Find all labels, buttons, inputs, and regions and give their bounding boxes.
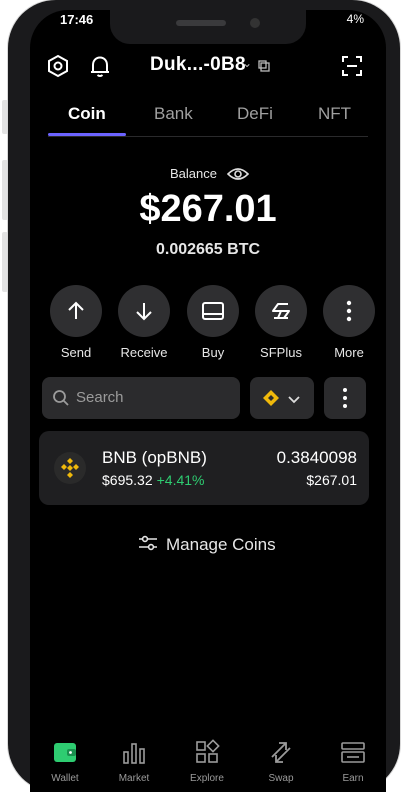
bnb-chain-icon [262,389,280,412]
scan-icon[interactable] [338,52,366,80]
settings-hexagon-icon[interactable] [44,52,72,80]
top-bar: Duk...-0B8 ⌄ [30,52,386,82]
wallet-icon [51,743,79,770]
nav-wallet-label: Wallet [51,773,79,784]
coin-price-line: $695.32 +4.41% [102,472,204,488]
nav-earn-label: Earn [342,773,364,784]
phone-frame: 17:46 4% Duk...-0B8 ⌄ Coin Bank DeFi NFT… [8,0,400,792]
search-input[interactable]: Search [42,377,240,419]
nav-market[interactable]: Market [109,738,159,784]
search-placeholder: Search [76,389,124,406]
eye-icon[interactable] [226,164,250,184]
bottom-navigation: Wallet Market Explore Swap Earn [30,738,386,792]
coin-price: $695.32 [102,472,153,488]
camera-notch [110,10,306,44]
more-vertical-icon [323,285,375,337]
balance-btc: 0.002665 BTC [155,241,261,258]
tab-defi[interactable]: DeFi [237,104,273,124]
grid-icon [193,739,221,770]
coin-list-item[interactable]: BNB (opBNB) $695.32 +4.41% 0.3840098 $267… [39,431,369,505]
tab-bank[interactable]: Bank [154,104,193,124]
tab-nft[interactable]: NFT [318,104,351,124]
status-time: 17:46 [60,12,94,27]
front-camera [250,18,260,28]
nav-wallet[interactable]: Wallet [40,738,90,784]
more-vertical-icon [342,387,348,414]
earn-icon [339,742,367,770]
nav-swap-label: Swap [268,773,294,784]
send-button[interactable]: Send [49,285,103,360]
manage-coins-label: Manage Coins [166,535,276,554]
wallet-name[interactable]: Duk...-0B8 [150,54,246,76]
coin-name: BNB (opBNB) [102,448,207,467]
active-tab-indicator [48,133,126,136]
nav-explore-label: Explore [190,773,224,784]
coin-amount: 0.3840098 [276,448,357,467]
balance-fiat: $267.01 [139,188,277,230]
receive-button[interactable]: Receive [117,285,171,360]
buy-button[interactable]: Buy [186,285,240,360]
more-button[interactable]: More [322,285,376,360]
coin-value: $267.01 [306,472,357,488]
arrow-up-icon [50,285,102,337]
nav-earn[interactable]: Earn [328,738,378,784]
sliders-icon [138,535,158,556]
list-options-button[interactable] [324,377,366,419]
arrow-down-icon [118,285,170,337]
bar-chart-icon [120,743,148,770]
status-battery: 4% [346,12,364,26]
bnb-logo-icon [54,452,86,484]
send-label: Send [60,345,92,360]
sfplus-button[interactable]: SFPlus [254,285,308,360]
tab-coin[interactable]: Coin [68,104,106,124]
chain-filter-dropdown[interactable] [250,377,314,419]
bell-icon[interactable] [86,52,114,80]
buy-label: Buy [201,345,225,360]
balance-label: Balance [170,166,217,181]
card-icon [187,285,239,337]
sfplus-icon [255,285,307,337]
swap-icon [267,742,295,770]
chevron-down-icon[interactable]: ⌄ [242,56,252,70]
more-label: More [334,345,364,360]
chevron-down-icon [288,391,300,409]
speaker-grille [176,20,226,26]
copy-icon[interactable] [256,58,272,74]
nav-explore[interactable]: Explore [182,738,232,784]
sfplus-label: SFPlus [260,345,302,360]
search-icon [52,389,70,412]
app-screen: 17:46 4% Duk...-0B8 ⌄ Coin Bank DeFi NFT… [30,10,386,792]
receive-label: Receive [120,345,168,360]
coin-change: +4.41% [156,472,205,488]
nav-swap[interactable]: Swap [256,738,306,784]
manage-coins-button[interactable]: Manage Coins [138,533,276,557]
asset-tabs: Coin Bank DeFi NFT [48,100,368,137]
nav-market-label: Market [118,773,150,784]
